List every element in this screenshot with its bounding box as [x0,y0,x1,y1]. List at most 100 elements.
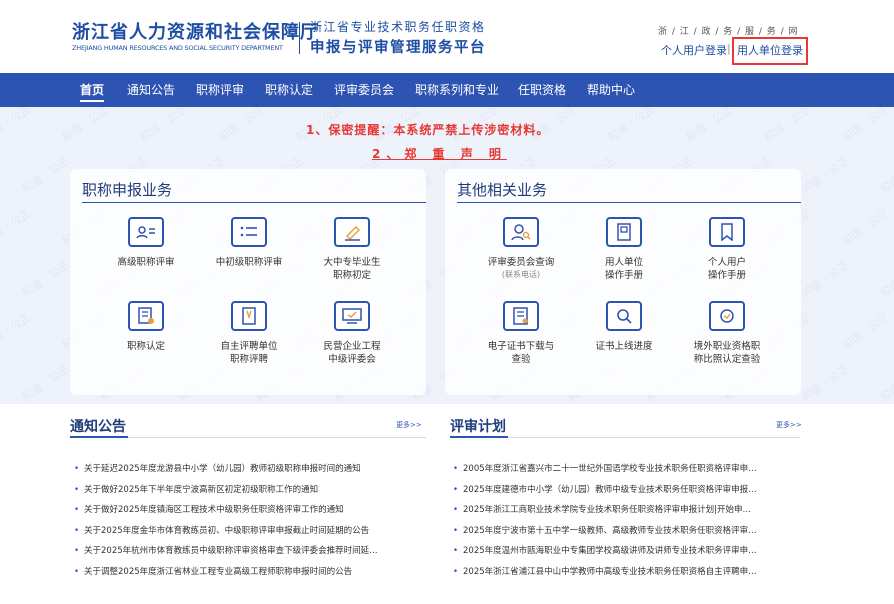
tile-personal-manual[interactable]: 个人用户 操作手册 [677,217,777,282]
list-item[interactable]: 关于2025年度金华市体育教练员初、中级职称评审申报截止时间延期的公告 [74,521,426,542]
watermark-text: 和谐 · 公正 [839,206,892,249]
tile-label-line2: 操作手册 [707,270,746,281]
watermark-text: 和谐 · 公正 [877,258,894,301]
org-name-cn: 浙江省人力资源和社会保障厅 [72,22,319,43]
unit-login-link[interactable]: 用人单位登录 [732,37,808,65]
tile-unit-manual[interactable]: 用人单位 操作手册 [574,217,674,282]
book-icon [606,217,642,247]
list-item[interactable]: 2025年浙江工商职业技术学院专业技术职务任职资格评审申报计划|开始申… [453,500,801,521]
tile-overseas-qualification[interactable]: 境外职业资格职 称比照认定查验 [677,301,777,366]
main-nav: 首页 通知公告 职称评审 职称认定 评审委员会 职称系列和专业 任职资格 帮助中… [0,73,894,107]
nav-review-committee[interactable]: 评审委员会 [334,73,394,107]
watermark-text: 和谐 · 公正 [877,362,894,404]
list-item[interactable]: 关于延迟2025年度龙游县中小学（幼儿园）教师初级职称申报时间的通知 [74,459,426,480]
nav-title-review[interactable]: 职称评审 [196,73,244,107]
tile-sublabel: (联系电话) [501,270,541,279]
list-item[interactable]: 关于2025年杭州市体育教练员中级职称评审资格审查下级评委会推荐时间延… [74,541,426,562]
tile-e-certificate[interactable]: 电子证书下载与 查验 [471,301,571,366]
id-card-icon [128,217,164,247]
review-plan-list: 2005年度浙江省嘉兴市二十一世纪外国语学校专业技术职务任职资格评审申… 202… [453,459,801,582]
nav-help-center[interactable]: 帮助中心 [587,73,635,107]
header-divider [299,22,300,54]
watermark-text: 和谐 · 公正 [839,107,892,145]
document-check-icon [128,301,164,331]
tile-label: 个人用户 [707,257,746,268]
review-plan-title: 评审计划 [450,419,506,435]
watermark-text: 和谐 · 公正 [59,107,112,145]
watermark-text: 和谐 · 公正 [761,107,814,145]
tile-label: 中初级职称评审 [215,257,283,268]
watermark-text: 和谐 · 公正 [137,107,190,145]
watermark-text: 和谐 · 公正 [799,154,852,197]
system-title: 申报与评审管理服务平台 [310,40,486,56]
list-item[interactable]: 关于做好2025年度镇海区工程技术中级职务任职资格评审工作的通知 [74,500,426,521]
zjzwfw-link[interactable]: 浙 / 江 / 政 / 务 / 服 / 务 / 网 [658,24,799,37]
login-separator: | [727,42,731,55]
watermark-text: 和谐 · 公正 [19,362,72,404]
tile-label-line2: 中级评委会 [328,354,376,365]
tile-mid-junior-title-review[interactable]: 中初级职称评审 [199,217,299,269]
review-plan-more-link[interactable]: 更多>> [776,420,802,430]
watermark-text: 和谐 · 公正 [799,258,852,301]
list-item[interactable]: 2005年度浙江省嘉兴市二十一世纪外国语学校专业技术职务任职资格评审申… [453,459,801,480]
system-subtitle: 浙江省专业技术职务任职资格 [310,20,486,34]
tile-label: 用人单位 [604,257,643,268]
watermark-text: 和谐 · 公正 [0,107,34,145]
title-application-panel: 职称申报业务 高级职称评审 中初级职称评审 大中专毕业生 职称初定 职称认定 自主… [70,169,426,395]
tile-title-recognition[interactable]: 职称认定 [96,301,196,353]
tile-label: 高级职称评审 [117,257,175,268]
org-name-en: ZHEJIANG HUMAN RESOURCES AND SOCIAL SECU… [72,44,283,52]
user-search-icon [503,217,539,247]
list-item[interactable]: 2025年度温州市瓯海职业中专集团学校高级讲师及讲师专业技术职务评审申… [453,541,801,562]
panel-title: 其他相关业务 [457,181,548,199]
tile-private-enterprise-committee[interactable]: 民营企业工程 中级评委会 [302,301,402,366]
solemn-statement-link[interactable]: 2、郑 重 声 明 [372,145,507,162]
list-item[interactable]: 2025年浙江省浦江县中山中学教师中高级专业技术职务任职资格自主评聘申… [453,562,801,583]
tile-label-line2: 称比照认定查验 [693,354,761,365]
watermark-text: 和谐 · 公正 [605,107,658,145]
site-header: 浙江省人力资源和社会保障厅 ZHEJIANG HUMAN RESOURCES A… [0,0,894,73]
watermark-text: 和谐 · 公正 [877,154,894,197]
tile-self-evaluation-unit[interactable]: 自主评聘单位 职称评聘 [199,301,299,366]
nav-title-recognition[interactable]: 职称认定 [265,73,313,107]
announcements-more-link[interactable]: 更多>> [396,420,422,430]
pen-icon [334,217,370,247]
watermark-text: 和谐 · 公正 [0,310,34,353]
announcements-divider-accent [70,436,128,438]
tile-graduate-initial-title[interactable]: 大中专毕业生 职称初定 [302,217,402,282]
tile-senior-title-review[interactable]: 高级职称评审 [96,217,196,269]
tile-label-line2: 职称初定 [332,270,371,281]
watermark-text: 和谐 · 公正 [799,362,852,404]
search-icon [606,301,642,331]
watermark-text: 和谐 · 公正 [839,310,892,353]
monitor-icon [334,301,370,331]
tile-label: 证书上线进度 [595,341,653,352]
tile-label: 境外职业资格职 [693,341,761,352]
list-icon [231,217,267,247]
nav-home[interactable]: 首页 [80,73,105,107]
personal-login-link[interactable]: 个人用户登录 [661,42,727,58]
nav-announcements[interactable]: 通知公告 [127,73,175,107]
list-item[interactable]: 2025年度宁波市第十五中学一级教师、高级教师专业技术职务任职资格评审… [453,521,801,542]
list-item[interactable]: 关于做好2025年下半年度宁波高新区初定初级职称工作的通知 [74,480,426,501]
confidentiality-notice: 1、保密提醒：本系统严禁上传涉密材料。 [306,123,550,137]
watermark-text: 和谐 · 公正 [215,107,268,145]
tile-label: 电子证书下载与 [487,341,555,352]
tile-label: 自主评聘单位 [220,341,278,352]
announcements-list: 关于延迟2025年度龙游县中小学（幼儿园）教师初级职称申报时间的通知 关于做好2… [74,459,426,582]
tile-label-line2: 职称评聘 [229,354,268,365]
tile-label-line2: 操作手册 [604,270,643,281]
panel-title: 职称申报业务 [82,181,173,199]
tile-label: 职称认定 [126,341,165,352]
related-business-panel: 其他相关业务 评审委员会查询 (联系电话) 用人单位 操作手册 个人用户 操作手册 … [445,169,801,395]
list-item[interactable]: 2025年度建德市中小学（幼儿园）教师中级专业技术职务任职资格评审申报… [453,480,801,501]
certificate-download-icon [503,301,539,331]
nav-qualification[interactable]: 任职资格 [518,73,566,107]
nav-title-series[interactable]: 职称系列和专业 [415,73,499,107]
tile-label-line2: 查验 [511,354,531,365]
announcements-title: 通知公告 [70,419,126,435]
tile-committee-query[interactable]: 评审委员会查询 (联系电话) [471,217,571,281]
tile-certificate-progress[interactable]: 证书上线进度 [574,301,674,353]
watermark-text: 和谐 · 公正 [0,206,34,249]
list-item[interactable]: 关于调整2025年度浙江省林业工程专业高级工程师职称申报时间的公告 [74,562,426,583]
